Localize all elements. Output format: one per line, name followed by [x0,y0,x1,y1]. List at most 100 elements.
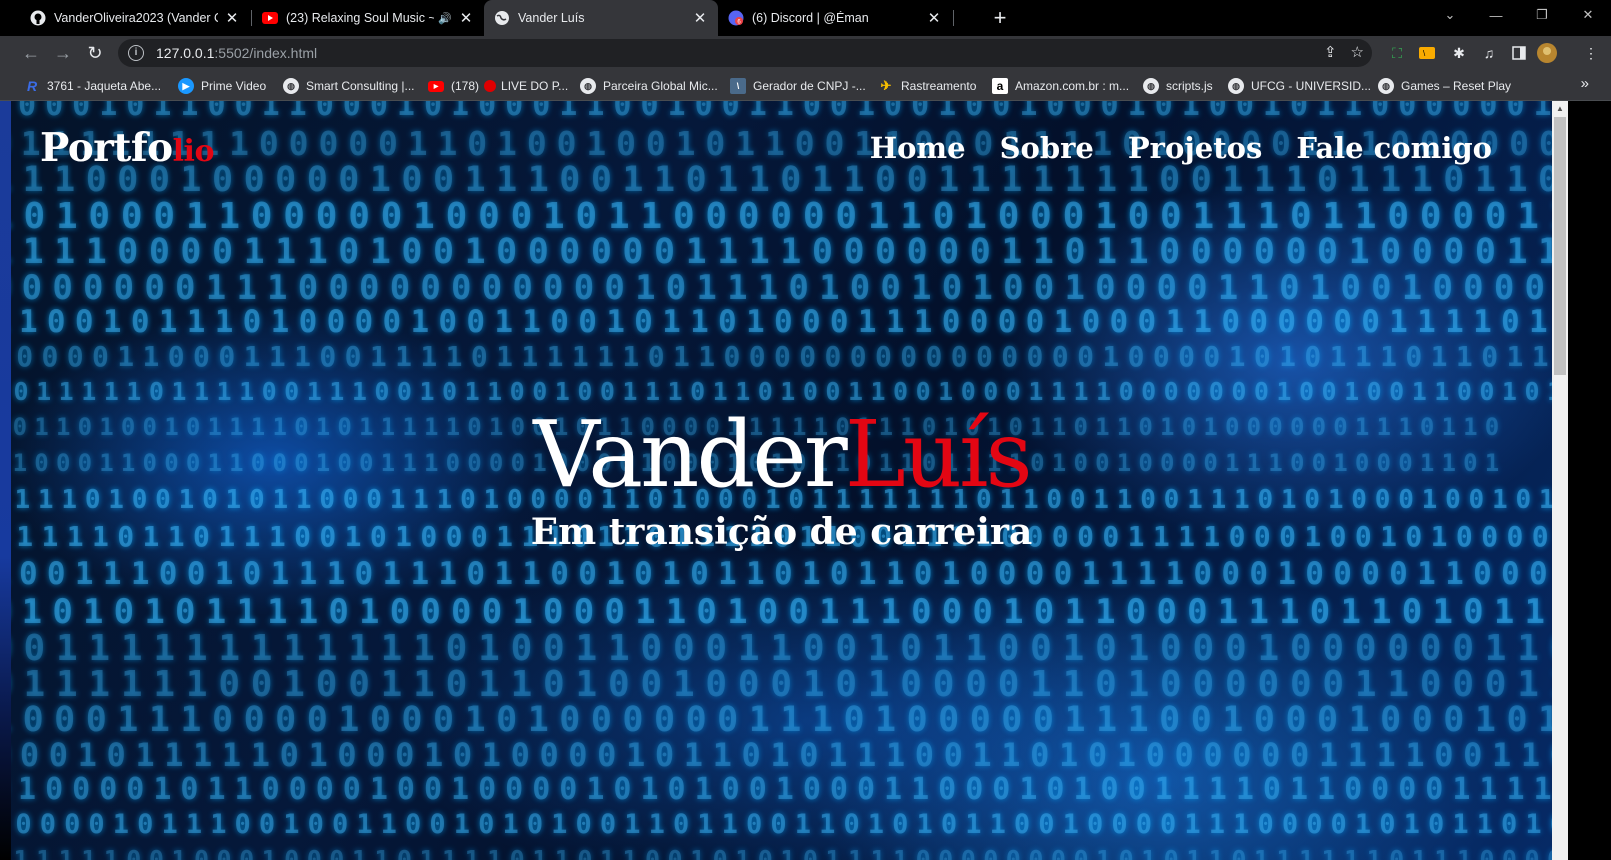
restore-button[interactable]: ❐ [1519,0,1565,30]
bookmark-label: UFCG - UNIVERSID... [1251,79,1372,93]
desktop-edge-right [1568,101,1611,860]
share-icon[interactable]: ⇪ [1324,43,1337,61]
binary-row: 0111111001001101101001000101000011010000… [11,664,1552,705]
bookmark-item[interactable]: ◍ Parceira Global Mic... [580,77,718,95]
bookmark-label: (178) [451,79,480,93]
tab-search-icon[interactable]: ⌄ [1427,0,1473,30]
menu-kebab-icon[interactable]: ⋮ [1580,42,1602,64]
omnibox-actions: ⇪ ☆ [1324,43,1364,61]
globe-icon: ◍ [283,78,299,94]
bookmark-item[interactable]: ▶ Prime Video [178,77,266,95]
close-icon[interactable]: ✕ [692,9,708,27]
bookmarks-bar: R 3761 - Jaqueta Abe... ▶ Prime Video ◍ Sma… [0,70,1611,101]
bookmark-item[interactable]: ◍ Smart Consulting |... [283,77,415,95]
binary-row: 1010001100000100010110000001101000100111… [11,196,1552,237]
tab-discord[interactable]: 6 (6) Discord | @Éman ✕ [718,0,952,36]
site-logo[interactable]: Portfolio [40,125,214,171]
logo-main: Portfo [40,125,173,171]
binary-row: 0111110010001000110111101101100101010111… [11,845,1552,860]
close-icon[interactable]: ✕ [224,9,240,27]
scrollbar-thumb[interactable] [1554,117,1566,375]
tab-title: (6) Discord | @Éman [752,11,869,25]
prime-video-icon: ▶ [178,78,194,94]
bookmark-item[interactable]: ◍ scripts.js [1143,77,1213,95]
binary-row: 1000011000111001111011111101100000000000… [11,340,1552,373]
youtube-icon [262,10,278,26]
binary-row: 0001011111010001010000101101011100110101… [11,736,1552,774]
binary-row: 0011111111111101001100011001011001010001… [11,628,1552,669]
extensions-puzzle-icon[interactable]: ✱ [1448,42,1470,64]
globe-icon: ◍ [1143,78,1159,94]
desktop-edge [0,101,11,860]
youtube-icon: ▶ [428,80,444,92]
page-viewport: 1000101100110001010001100100110010010010… [11,101,1552,860]
binary-row: 0101010111101000010001101001110001011000… [11,592,1552,632]
url-path: :5502/index.html [214,45,318,61]
address-bar[interactable]: i 127.0.0.1:5502/index.html ⇪ ☆ [118,39,1372,67]
tab-youtube[interactable]: (23) Relaxing Soul Music ~ al 🔊 ✕ [252,0,484,36]
r-logo-icon: R [26,78,38,94]
binary-row: 1110001000001001110011011011001111111001… [11,160,1552,200]
page-scrollbar[interactable]: ▲ [1552,101,1568,860]
scroll-up-icon[interactable]: ▲ [1552,101,1568,117]
tab-title: (23) Relaxing Soul Music ~ al [286,11,435,25]
minimize-button[interactable]: — [1473,0,1519,30]
reload-button[interactable]: ↻ [82,40,108,66]
media-control-icon[interactable]: ♫ [1478,42,1500,64]
bookmark-item[interactable]: a Amazon.com.br : m... [992,77,1129,95]
bookmark-item[interactable]: R 3761 - Jaqueta Abe... [24,77,161,95]
binary-row: 1000111000010001010000001110100000111001… [11,700,1552,740]
globe-icon: ◍ [1378,78,1394,94]
back-button[interactable]: ← [18,40,44,66]
tab-vander-luis[interactable]: Vander Luís ✕ [484,0,718,36]
forward-button[interactable]: → [50,40,76,66]
red-dot-icon [484,80,497,92]
site-info-icon[interactable]: i [128,45,144,61]
tracking-icon: ✈ [880,78,892,93]
bookmark-star-icon[interactable]: ☆ [1351,43,1364,61]
tab-github[interactable]: VanderOliveira2023 (Vander Oliv ✕ [20,0,250,36]
bookmark-label: Rastreamento [901,79,977,93]
nav-home[interactable]: Home [870,131,966,165]
site-nav: Home Sobre Projetos Fale comigo [870,131,1492,165]
hero-subtitle: Em transição de carreira [530,511,1033,553]
hero-last-name: Luís [844,401,1033,508]
bookmark-label: 3761 - Jaqueta Abe... [47,79,162,93]
bookmark-label: Games – Reset Play [1401,79,1512,93]
close-icon[interactable]: ✕ [458,9,474,27]
more-bookmarks-icon[interactable]: » [1581,75,1589,92]
close-window-button[interactable]: ✕ [1565,0,1611,30]
profile-avatar[interactable] [1536,42,1558,64]
close-icon[interactable]: ✕ [926,9,942,27]
binary-row: 1000010111001001100101010011011001101010… [11,809,1552,840]
bookmark-item[interactable]: ◍ UFCG - UNIVERSID... [1228,77,1371,95]
binary-row: 0100001011000010010000101010010001100010… [11,772,1552,807]
bookmark-label: scripts.js [1166,79,1213,93]
toolbar: ← → ↻ i 127.0.0.1:5502/index.html ⇪ ☆ ⛶ … [0,36,1611,70]
bookmark-label: Smart Consulting |... [306,79,415,93]
discord-icon: 6 [728,10,744,26]
bookmark-item[interactable]: \ Gerador de CNPJ -... [730,77,866,95]
bookmark-label: Amazon.com.br : m... [1015,79,1130,93]
nav-sobre[interactable]: Sobre [1000,131,1094,165]
screenshot-extension-icon[interactable]: ⛶ [1386,42,1408,64]
binary-row: 1100101110100001001100101101000111000010… [11,304,1552,340]
bookmark-item[interactable]: ✈ Rastreamento [878,77,977,95]
bookmark-item[interactable]: ◍ Games – Reset Play [1378,77,1511,95]
amazon-icon: a [992,78,1008,94]
globe-icon [494,10,510,26]
url-host: 127.0.0.1 [156,45,215,61]
binary-row: 1000101100110001010001100100110010010010… [11,101,1552,123]
side-panel-icon[interactable] [1508,42,1530,64]
bookmark-label: Parceira Global Mic... [603,79,718,93]
new-tab-button[interactable]: + [986,4,1014,32]
speaker-icon[interactable]: 🔊 [438,12,452,25]
extension-icon[interactable]: \ [1416,42,1438,64]
nav-fale-comigo[interactable]: Fale comigo [1296,131,1492,165]
bookmark-item[interactable]: ▶ (178) LIVE DO P... [428,77,568,95]
tab-strip: VanderOliveira2023 (Vander Oliv ✕ (23) R… [0,0,1611,36]
globe-icon: ◍ [580,78,596,94]
nav-projetos[interactable]: Projetos [1128,131,1262,165]
browser-chrome: VanderOliveira2023 (Vander Oliv ✕ (23) R… [0,0,1611,103]
binary-row: 1111000011101001000000111100000011011000… [11,232,1552,272]
